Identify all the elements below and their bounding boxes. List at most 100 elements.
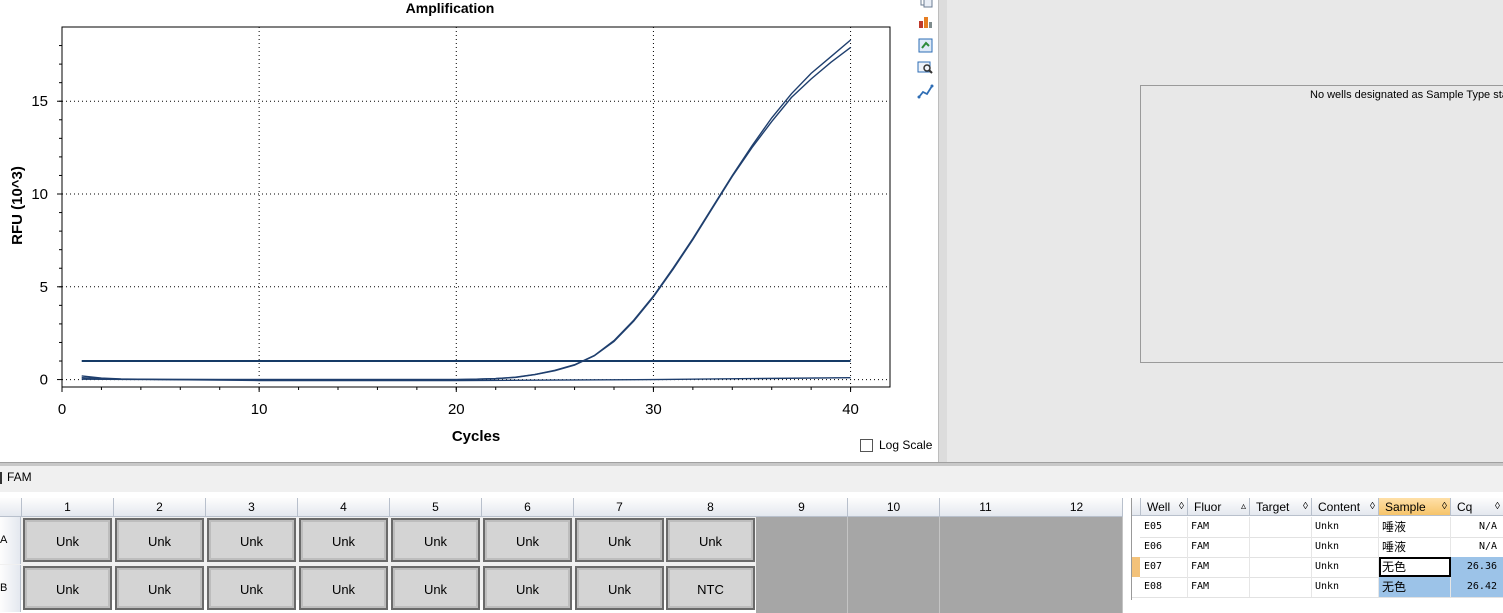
plate-well[interactable]: Unk	[666, 518, 755, 562]
plate-well[interactable]: Unk	[23, 566, 112, 610]
grid-cell-content[interactable]: Unkn	[1312, 577, 1379, 597]
grid-cell-content[interactable]: Unkn	[1312, 537, 1379, 557]
grid-cell-sample[interactable]: 唾液	[1379, 537, 1451, 557]
plate-well[interactable]: Unk	[391, 566, 480, 610]
plate-well[interactable]: Unk	[483, 518, 572, 562]
plate-well[interactable]: Unk	[483, 566, 572, 610]
log-scale-checkbox[interactable]	[860, 438, 873, 452]
plate-view: 1 2 3 4 5 6 7 8 9 10 11 12 A Unk Unk Unk Unk Unk Unk Unk Unk…	[0, 498, 1123, 613]
row-selector[interactable]	[1132, 517, 1140, 537]
plate-column-header[interactable]: 6	[482, 498, 574, 517]
x-axis-label: Cycles	[451, 428, 501, 445]
grid-header-content[interactable]: Content ◊	[1312, 498, 1379, 516]
grid-header-label: Target	[1256, 500, 1290, 514]
plate-column-header[interactable]: 4	[298, 498, 390, 517]
grid-cell-content[interactable]: Unkn	[1312, 557, 1379, 577]
plate-column-header[interactable]: 9	[756, 498, 848, 517]
row-selector[interactable]	[1132, 557, 1140, 577]
plate-well[interactable]: Unk	[299, 566, 388, 610]
plate-column-header[interactable]: 11	[940, 498, 1032, 517]
grid-cell-cq[interactable]: 26.42	[1451, 577, 1503, 597]
grid-cell-fluor[interactable]: FAM	[1188, 577, 1250, 597]
save-image-icon[interactable]	[917, 37, 934, 54]
grid-corner[interactable]	[1132, 498, 1141, 516]
plate-well-empty[interactable]	[848, 565, 940, 613]
sort-icon[interactable]: ◊	[1179, 498, 1184, 516]
row-selector[interactable]	[1132, 577, 1140, 597]
amplification-chart-panel: Amplification RFU (10^3) Cycles 0 10 20 30 4…	[0, 0, 938, 462]
grid-cell-sample[interactable]: 唾液	[1379, 517, 1451, 537]
plate-row-header[interactable]: B	[0, 565, 21, 612]
plate-row-header[interactable]: A	[0, 517, 21, 564]
grid-cell-well[interactable]: E07	[1141, 557, 1188, 577]
plate-well-empty[interactable]	[756, 565, 848, 613]
plate-well[interactable]: Unk	[575, 566, 664, 610]
plate-column-header[interactable]: 12	[1031, 498, 1123, 517]
plate-well[interactable]: Unk	[207, 566, 296, 610]
plate-column-header[interactable]: 3	[206, 498, 298, 517]
y-tick-label: 5	[40, 279, 48, 296]
sort-icon[interactable]: ▵	[1241, 498, 1246, 516]
grid-cell-fluor[interactable]: FAM	[1188, 537, 1250, 557]
plate-column-header[interactable]: 8	[665, 498, 757, 517]
plate-well-empty[interactable]	[1031, 517, 1123, 565]
log-scale-toggle[interactable]: Log Scale	[860, 438, 932, 452]
plate-well[interactable]: Unk	[23, 518, 112, 562]
plate-column-header[interactable]: 2	[114, 498, 206, 517]
grid-cell-fluor[interactable]: FAM	[1188, 517, 1250, 537]
grid-cell-well[interactable]: E05	[1141, 517, 1188, 537]
plate-column-header[interactable]: 10	[848, 498, 940, 517]
plate-well[interactable]: NTC	[666, 566, 755, 610]
sort-icon[interactable]: ◊	[1370, 498, 1375, 516]
grid-cell-sample[interactable]: 无色	[1379, 577, 1451, 597]
grid-cell-content[interactable]: Unkn	[1312, 517, 1379, 537]
grid-header-label: Content	[1318, 500, 1361, 514]
plate-well-empty[interactable]	[940, 517, 1032, 565]
grid-cell-target[interactable]	[1250, 557, 1312, 577]
plate-well[interactable]: Unk	[299, 518, 388, 562]
grid-header-target[interactable]: Target ◊	[1250, 498, 1312, 516]
grid-header-label: Fluor	[1194, 500, 1222, 514]
plate-well[interactable]: Unk	[115, 566, 204, 610]
grid-cell-sample[interactable]: 无色	[1379, 557, 1451, 577]
plate-well[interactable]: Unk	[391, 518, 480, 562]
plate-column-header[interactable]: 1	[22, 498, 114, 517]
grid-cell-cq[interactable]: N/A	[1451, 517, 1503, 537]
grid-header-fluor[interactable]: Fluor ▵	[1188, 498, 1250, 516]
row-selector[interactable]	[1132, 537, 1140, 557]
plate-well-empty[interactable]	[940, 565, 1032, 613]
grid-header-sample[interactable]: Sample ◊	[1379, 498, 1451, 516]
grid-row[interactable]: E08 FAM Unkn 无色 26.42	[1132, 577, 1503, 598]
grid-header-well[interactable]: Well ◊	[1141, 498, 1188, 516]
grid-cell-target[interactable]	[1250, 577, 1312, 597]
grid-header-cq[interactable]: Cq ◊	[1451, 498, 1503, 516]
grid-row[interactable]: E05 FAM Unkn 唾液 N/A	[1132, 517, 1503, 538]
zoom-icon[interactable]	[917, 59, 934, 76]
grid-cell-well[interactable]: E08	[1141, 577, 1188, 597]
grid-cell-cq[interactable]: 26.36	[1451, 557, 1503, 577]
grid-cell-target[interactable]	[1250, 517, 1312, 537]
export-chart-icon[interactable]	[917, 13, 934, 30]
curve-settings-icon[interactable]	[917, 83, 934, 100]
sort-icon[interactable]: ◊	[1495, 498, 1500, 516]
copy-icon[interactable]	[917, 0, 934, 11]
grid-row[interactable]: E06 FAM Unkn 唾液 N/A	[1132, 537, 1503, 558]
grid-cell-target[interactable]	[1250, 537, 1312, 557]
plate-corner[interactable]	[0, 498, 22, 517]
plate-well-empty[interactable]	[756, 517, 848, 565]
grid-cell-cq[interactable]: N/A	[1451, 537, 1503, 557]
plate-well[interactable]: Unk	[575, 518, 664, 562]
plate-well[interactable]: Unk	[207, 518, 296, 562]
plate-well-empty[interactable]	[848, 517, 940, 565]
sort-icon[interactable]: ◊	[1303, 498, 1308, 516]
grid-cell-well[interactable]: E06	[1141, 537, 1188, 557]
tab-fam[interactable]: FAM	[7, 470, 32, 484]
grid-row[interactable]: E07 FAM Unkn 无色 26.36	[1132, 557, 1503, 578]
amplification-plot[interactable]: 0 10 20 30 40 0 5 10 15	[0, 0, 938, 430]
plate-well[interactable]: Unk	[115, 518, 204, 562]
plate-column-header[interactable]: 5	[390, 498, 482, 517]
grid-cell-fluor[interactable]: FAM	[1188, 557, 1250, 577]
sort-icon[interactable]: ◊	[1442, 498, 1447, 516]
plate-column-header[interactable]: 7	[574, 498, 666, 517]
plate-well-empty[interactable]	[1031, 565, 1123, 613]
